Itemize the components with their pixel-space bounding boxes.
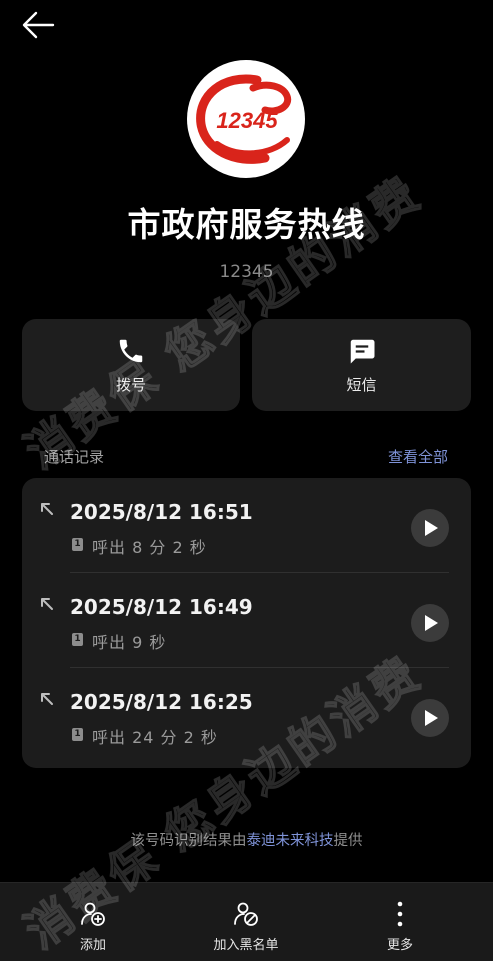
- call-log-entry[interactable]: 2025/8/12 16:25 1 呼出 24 分 2 秒: [22, 668, 471, 763]
- number-provider-note: 该号码识别结果由泰迪未来科技提供: [0, 829, 493, 850]
- back-arrow-icon[interactable]: [20, 8, 56, 42]
- call-detail: 呼出 9 秒: [92, 633, 167, 652]
- blacklist-button[interactable]: 加入黑名单: [196, 883, 296, 961]
- call-time: 2025/8/12 16:49: [70, 595, 253, 619]
- provider-suffix: 提供: [333, 833, 363, 849]
- bottom-action-bar: 添加 加入黑名单 更多: [0, 882, 493, 961]
- sim-card-icon: 1: [72, 633, 83, 646]
- call-button[interactable]: 拨号: [22, 319, 240, 411]
- call-log-entry[interactable]: 2025/8/12 16:49 1 呼出 9 秒: [22, 573, 471, 668]
- play-recording-icon[interactable]: [411, 699, 449, 737]
- provider-link[interactable]: 泰迪未来科技: [247, 833, 334, 849]
- play-recording-icon[interactable]: [411, 604, 449, 642]
- provider-prefix: 该号码识别结果由: [130, 833, 247, 849]
- outgoing-call-icon: [41, 503, 53, 515]
- call-detail: 呼出 24 分 2 秒: [92, 728, 218, 747]
- call-time: 2025/8/12 16:51: [70, 500, 253, 524]
- hotline-logo-icon: 12345: [196, 74, 292, 164]
- outgoing-call-icon: [41, 598, 53, 610]
- contact-name: 市政府服务热线: [127, 205, 366, 244]
- view-all-link[interactable]: 查看全部: [388, 446, 448, 467]
- contact-number[interactable]: 12345: [0, 262, 493, 282]
- call-log-title: 通话记录: [44, 448, 105, 466]
- call-log-card: 2025/8/12 16:51 1 呼出 8 分 2 秒 2025/8/12 1…: [22, 478, 471, 768]
- sim-card-icon: 1: [72, 728, 83, 741]
- more-button[interactable]: 更多: [360, 883, 440, 961]
- call-detail: 呼出 8 分 2 秒: [92, 538, 207, 557]
- outgoing-call-icon: [41, 693, 53, 705]
- call-time: 2025/8/12 16:25: [70, 690, 253, 714]
- sim-card-icon: 1: [72, 538, 83, 551]
- block-contact-icon: [234, 902, 258, 926]
- blacklist-label: 加入黑名单: [213, 938, 279, 953]
- more-vertical-icon: [397, 901, 403, 927]
- sms-label: 短信: [346, 375, 377, 394]
- logo-text: 12345: [216, 108, 278, 133]
- add-contact-icon: [81, 902, 105, 926]
- message-icon: [350, 339, 374, 363]
- sms-button[interactable]: 短信: [252, 319, 471, 411]
- add-contact-button[interactable]: 添加: [53, 883, 133, 961]
- contact-avatar-logo: 12345: [187, 60, 305, 178]
- call-log-entry[interactable]: 2025/8/12 16:51 1 呼出 8 分 2 秒: [22, 478, 471, 573]
- more-label: 更多: [386, 938, 413, 953]
- add-label: 添加: [79, 938, 106, 953]
- phone-icon: [119, 339, 143, 362]
- call-label: 拨号: [115, 375, 146, 394]
- play-recording-icon[interactable]: [411, 509, 449, 547]
